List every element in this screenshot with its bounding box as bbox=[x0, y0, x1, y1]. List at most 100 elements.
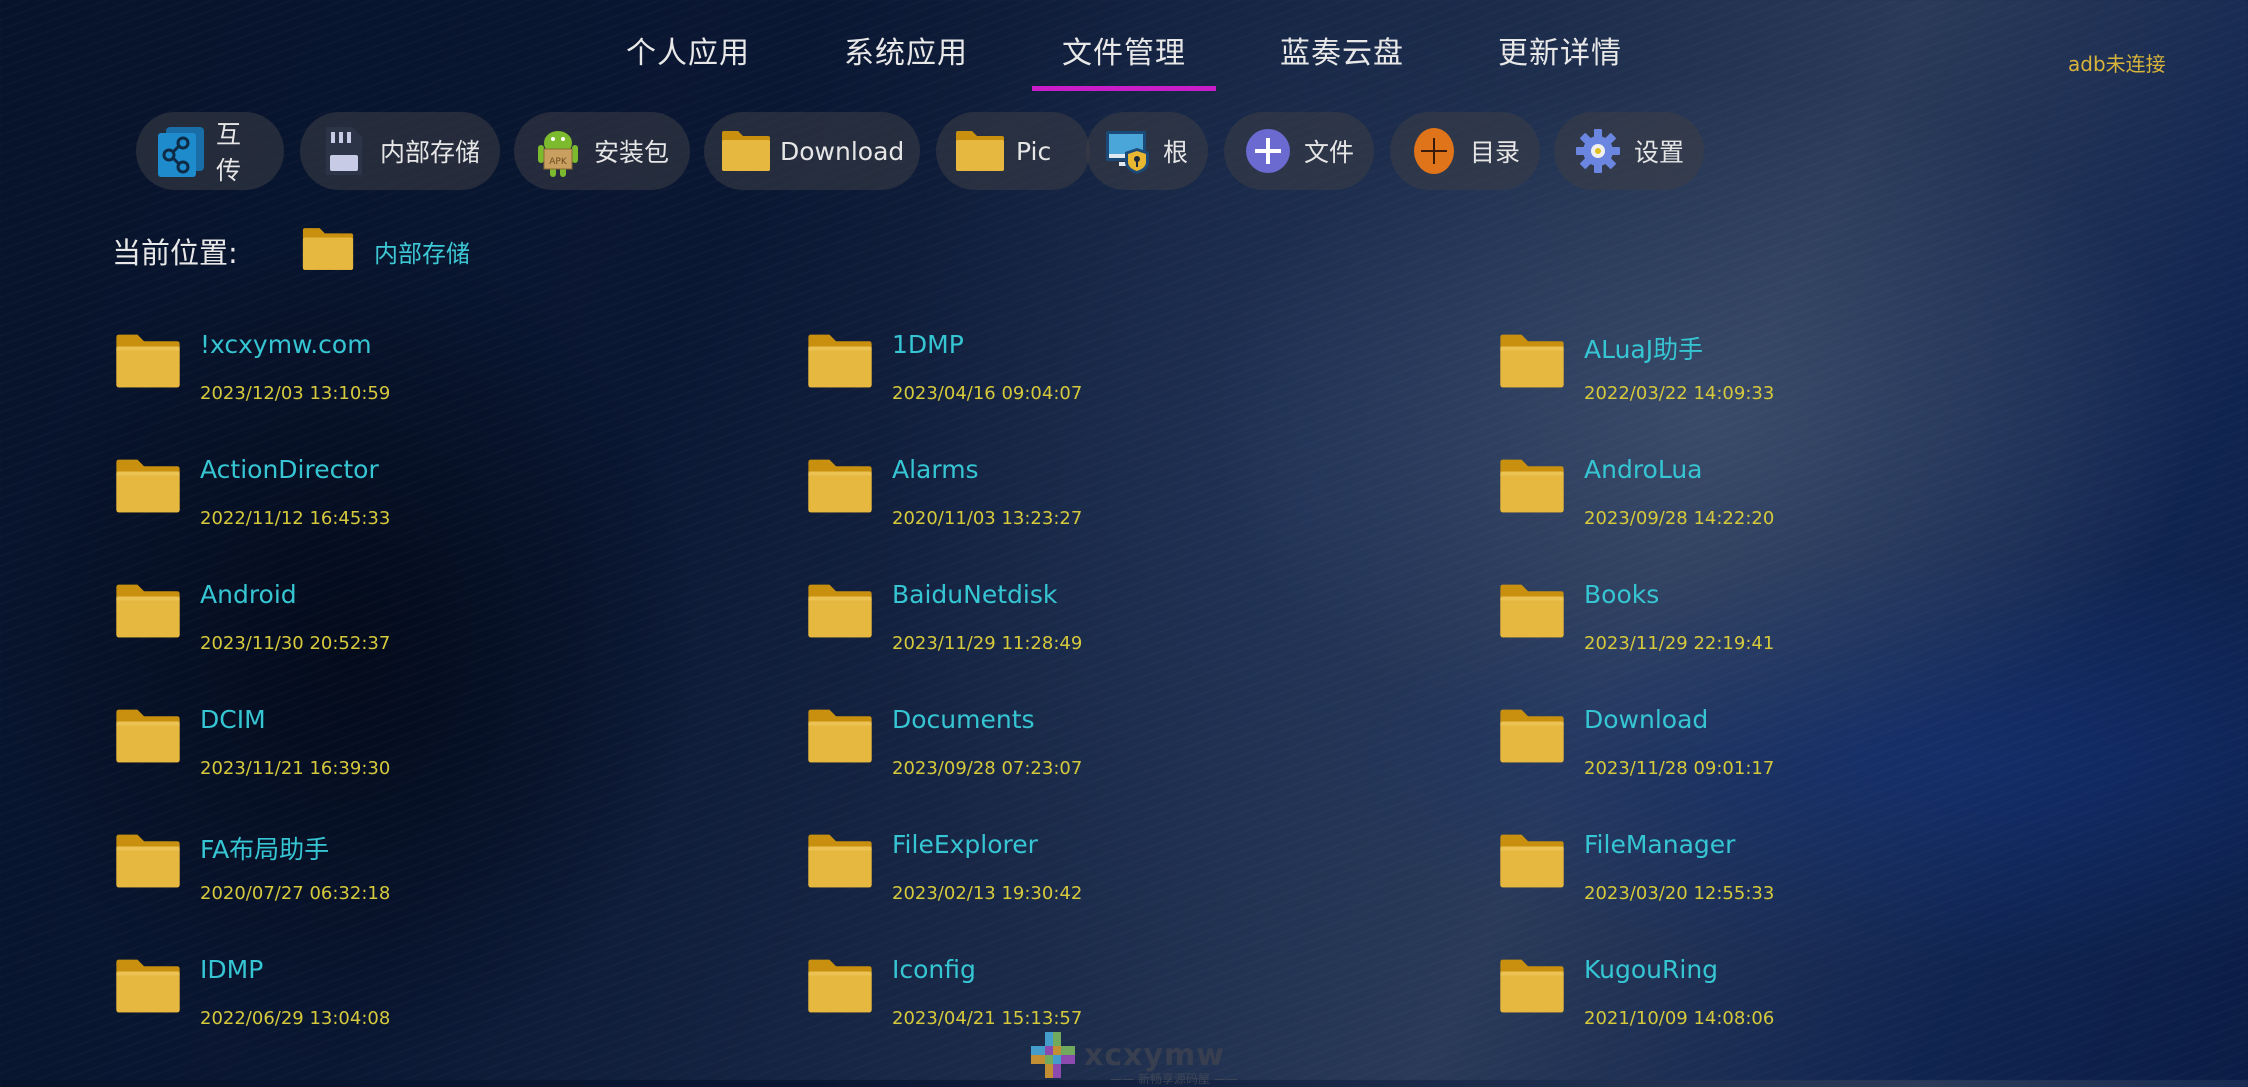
watermark-cross-icon bbox=[1031, 1032, 1075, 1078]
file-list-item[interactable]: AndroLua 2023/09/28 14:22:20 bbox=[1496, 455, 2096, 565]
folder-icon bbox=[804, 707, 876, 769]
folder-icon bbox=[804, 582, 876, 644]
download-shortcut-button[interactable]: Download bbox=[704, 112, 920, 190]
folder-modified-date: 2023/02/13 19:30:42 bbox=[892, 883, 1083, 904]
folder-name: AndroLua bbox=[1584, 455, 1703, 484]
folder-name: FA布局助手 bbox=[200, 835, 330, 864]
watermark-subtitle: —— 新畅享源码屋 —— bbox=[1110, 1072, 1238, 1086]
gear-icon bbox=[1570, 123, 1626, 179]
folder-icon bbox=[112, 832, 184, 894]
file-list-item[interactable]: DCIM 2023/11/21 16:39:30 bbox=[112, 705, 712, 815]
apk-packages-button[interactable]: APK 安装包 bbox=[514, 112, 690, 190]
folder-name: BaiduNetdisk bbox=[892, 580, 1058, 609]
root-shortcut-label: 根 bbox=[1162, 138, 1188, 167]
add-file-icon bbox=[1240, 123, 1296, 179]
folder-name: DCIM bbox=[200, 705, 266, 734]
folder-icon bbox=[952, 123, 1008, 179]
folder-modified-date: 2023/11/21 16:39:30 bbox=[200, 758, 391, 779]
folder-icon bbox=[1496, 957, 1568, 1019]
folder-modified-date: 2020/07/27 06:32:18 bbox=[200, 883, 391, 904]
folder-name: IDMP bbox=[200, 955, 264, 984]
share-icon bbox=[152, 123, 208, 179]
tab-file-manager[interactable]: 文件管理 bbox=[1032, 28, 1216, 91]
folder-icon bbox=[720, 123, 772, 179]
folder-name: 1DMP bbox=[892, 330, 964, 359]
settings-label: 设置 bbox=[1633, 138, 1684, 167]
folder-name: Books bbox=[1584, 580, 1660, 609]
file-list-item[interactable]: Download 2023/11/28 09:01:17 bbox=[1496, 705, 2096, 815]
folder-icon bbox=[300, 226, 356, 276]
adb-status-label: adb未连接 bbox=[2068, 52, 2166, 76]
file-list-item[interactable]: 1DMP 2023/04/16 09:04:07 bbox=[804, 330, 1404, 440]
folder-modified-date: 2022/06/29 13:04:08 bbox=[200, 1008, 391, 1029]
folder-name: FileManager bbox=[1584, 830, 1736, 859]
file-list-item[interactable]: ActionDirector 2022/11/12 16:45:33 bbox=[112, 455, 712, 565]
folder-modified-date: 2022/03/22 14:09:33 bbox=[1584, 383, 1775, 404]
internal-storage-button[interactable]: 内部存储 bbox=[300, 112, 500, 190]
folder-icon bbox=[1496, 582, 1568, 644]
folder-modified-date: 2022/11/12 16:45:33 bbox=[200, 508, 391, 529]
folder-name: KugouRing bbox=[1584, 955, 1719, 984]
add-folder-icon bbox=[1406, 123, 1462, 179]
folder-icon bbox=[112, 332, 184, 394]
folder-icon bbox=[112, 957, 184, 1019]
folder-modified-date: 2023/09/28 07:23:07 bbox=[892, 758, 1083, 779]
file-list-item[interactable]: BaiduNetdisk 2023/11/29 11:28:49 bbox=[804, 580, 1404, 690]
folder-modified-date: 2023/11/30 20:52:37 bbox=[200, 633, 391, 654]
folder-name: FileExplorer bbox=[892, 830, 1038, 859]
folder-icon bbox=[804, 457, 876, 519]
current-location-bar: 当前位置: 内部存储 bbox=[112, 226, 470, 276]
folder-modified-date: 2023/11/28 09:01:17 bbox=[1584, 758, 1775, 779]
new-file-label: 文件 bbox=[1303, 138, 1354, 167]
file-list-item[interactable]: Alarms 2020/11/03 13:23:27 bbox=[804, 455, 1404, 565]
root-monitor-shield-icon bbox=[1102, 123, 1155, 179]
pic-shortcut-button[interactable]: Pic bbox=[936, 112, 1090, 190]
folder-modified-date: 2023/04/16 09:04:07 bbox=[892, 383, 1083, 404]
svg-text:APK: APK bbox=[549, 157, 568, 167]
current-location-label: 当前位置: bbox=[112, 236, 238, 270]
transfer-button[interactable]: 互传 bbox=[136, 112, 284, 190]
folder-modified-date: 2023/03/20 12:55:33 bbox=[1584, 883, 1775, 904]
file-list-item[interactable]: FA布局助手 2020/07/27 06:32:18 bbox=[112, 830, 712, 940]
watermark-logo: xcxymw —— 新畅享源码屋 —— bbox=[1028, 1032, 1238, 1086]
download-shortcut-label: Download bbox=[780, 136, 905, 166]
file-list-item[interactable]: ALuaJ助手 2022/03/22 14:09:33 bbox=[1496, 330, 2096, 440]
folder-icon bbox=[112, 457, 184, 519]
settings-button[interactable]: 设置 bbox=[1554, 112, 1704, 190]
folder-icon bbox=[1496, 332, 1568, 394]
file-list-item[interactable]: Books 2023/11/29 22:19:41 bbox=[1496, 580, 2096, 690]
file-list-item[interactable]: KugouRing 2021/10/09 14:08:06 bbox=[1496, 955, 2096, 1065]
watermark-text: xcxymw bbox=[1084, 1037, 1226, 1073]
internal-storage-label: 内部存储 bbox=[380, 138, 481, 167]
file-list-item[interactable]: Android 2023/11/30 20:52:37 bbox=[112, 580, 712, 690]
folder-modified-date: 2023/09/28 14:22:20 bbox=[1584, 508, 1775, 529]
folder-modified-date: 2023/04/21 15:13:57 bbox=[892, 1008, 1083, 1029]
sd-card-icon bbox=[316, 123, 372, 179]
tab-system-apps[interactable]: 系统应用 bbox=[844, 28, 968, 72]
breadcrumb-path[interactable]: 内部存储 bbox=[374, 234, 470, 269]
tab-personal-apps[interactable]: 个人应用 bbox=[626, 28, 750, 72]
file-list-item[interactable]: FileManager 2023/03/20 12:55:33 bbox=[1496, 830, 2096, 940]
new-file-button[interactable]: 文件 bbox=[1224, 112, 1374, 190]
folder-modified-date: 2021/10/09 14:08:06 bbox=[1584, 1008, 1775, 1029]
transfer-label: 互传 bbox=[216, 120, 242, 185]
tab-lanzou-cloud[interactable]: 蓝奏云盘 bbox=[1280, 28, 1404, 72]
file-list-item[interactable]: Documents 2023/09/28 07:23:07 bbox=[804, 705, 1404, 815]
file-list-item[interactable]: FileExplorer 2023/02/13 19:30:42 bbox=[804, 830, 1404, 940]
file-list-item[interactable]: !xcxymw.com 2023/12/03 13:10:59 bbox=[112, 330, 712, 440]
pic-shortcut-label: Pic bbox=[1016, 136, 1052, 166]
folder-name: Download bbox=[1584, 705, 1709, 734]
folder-icon bbox=[1496, 457, 1568, 519]
new-directory-label: 目录 bbox=[1469, 138, 1520, 167]
folder-modified-date: 2023/11/29 11:28:49 bbox=[892, 633, 1083, 654]
folder-icon bbox=[804, 332, 876, 394]
apk-android-icon: APK bbox=[530, 123, 586, 179]
folder-name: ALuaJ助手 bbox=[1584, 335, 1704, 364]
file-list-item[interactable]: IDMP 2022/06/29 13:04:08 bbox=[112, 955, 712, 1065]
top-tab-bar: 个人应用 系统应用 文件管理 蓝奏云盘 更新详情 bbox=[0, 28, 2248, 98]
folder-icon bbox=[112, 707, 184, 769]
new-directory-button[interactable]: 目录 bbox=[1390, 112, 1540, 190]
root-shortcut-button[interactable]: 根 bbox=[1086, 112, 1208, 190]
tab-update-details[interactable]: 更新详情 bbox=[1498, 28, 1622, 72]
folder-name: Iconfig bbox=[892, 955, 976, 984]
